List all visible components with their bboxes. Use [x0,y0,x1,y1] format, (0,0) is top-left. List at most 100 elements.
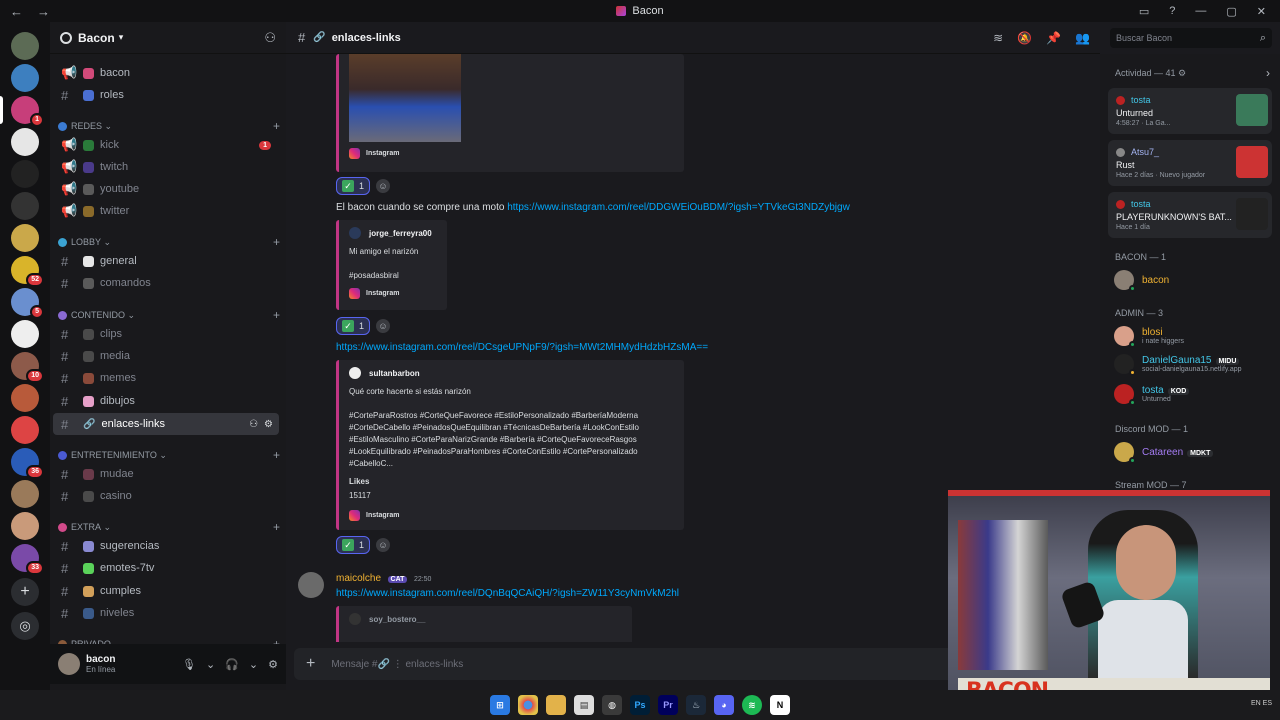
category-extra[interactable]: EXTRA ⌄ + [58,519,280,535]
chevron-down-icon[interactable]: ⌄ [249,658,258,671]
file-explorer-icon[interactable] [546,695,566,715]
channel-media[interactable]: # media [53,345,279,367]
embed-thumbnail[interactable] [349,54,461,142]
create-channel-icon[interactable]: + [273,520,280,534]
minimize-button[interactable]: — [1195,5,1206,17]
discord-icon[interactable]: ◕ [714,695,734,715]
activity-card[interactable]: tosta Unturned 4:58:27 · La Ga... [1108,88,1272,134]
message-link[interactable]: https://www.instagram.com/reel/DDGWEiOuB… [507,202,850,213]
embed-author[interactable]: sultanbarbon [369,369,420,378]
premiere-icon[interactable]: Pr [658,695,678,715]
invite-icon[interactable]: ⚇ [249,419,258,430]
chevron-down-icon[interactable]: ⌄ [206,658,215,671]
category-lobby[interactable]: LOBBY ⌄ + [58,234,280,250]
message-link[interactable]: https://www.instagram.com/reel/DQnBqQCAi… [336,588,679,599]
gear-icon[interactable]: ⚙ [268,658,278,671]
add-server-icon[interactable]: + [11,578,39,606]
member-item[interactable]: DanielGauna15 MIDU social-danielgauna15.ne… [1114,354,1242,376]
embed-author[interactable]: soy_bostero__ [369,615,425,624]
instagram-embed[interactable]: jorge_ferreyra00 Mi amigo el narizón #po… [336,220,447,310]
server-header[interactable]: Bacon ▾ ⚇ [50,22,286,54]
member-item[interactable]: blosi i nate higgers [1114,326,1184,348]
server-icon[interactable]: 5 [11,288,44,319]
reaction-checkmark[interactable]: ✓ 1 [336,317,371,335]
server-icon[interactable]: 33 [11,544,44,575]
server-icon[interactable] [11,224,39,252]
server-icon[interactable] [11,416,39,444]
photoshop-icon[interactable]: Ps [630,695,650,715]
server-icon[interactable]: 10 [11,352,44,383]
channel-casino[interactable]: # casino [53,485,279,507]
server-icon-bacon[interactable]: 1 [11,96,44,127]
notepad-icon[interactable]: ▤ [574,695,594,715]
activity-card[interactable]: tosta PLAYERUNKNOWN'S BAT... Hace 1 día [1108,192,1272,238]
notion-icon[interactable]: N [770,695,790,715]
discord-canary-icon[interactable]: ◍ [602,695,622,715]
server-icon[interactable] [11,384,39,412]
server-icon[interactable] [11,32,39,60]
windows-start-icon[interactable]: ⊞ [490,695,510,715]
avatar[interactable] [58,653,80,675]
category-redes[interactable]: REDES ⌄ + [58,118,280,134]
gear-icon[interactable]: ⚙ [264,419,273,430]
server-icon[interactable] [11,64,39,92]
chrome-icon[interactable] [518,695,538,715]
notification-bell-icon[interactable]: 🔕 [1017,31,1032,45]
channel-twitter[interactable]: 📢 twitter [53,200,279,222]
close-button[interactable]: ✕ [1257,5,1266,18]
channel-clips[interactable]: # clips [53,323,279,345]
spotify-icon[interactable]: ≋ [742,695,762,715]
instagram-embed[interactable]: Instagram [336,54,684,172]
channel-roles[interactable]: # roles [53,84,279,106]
reaction-checkmark[interactable]: ✓ 1 [336,536,371,554]
channel-emotes-7tv[interactable]: # emotes-7tv [53,557,279,579]
headphones-icon[interactable]: 🎧 [225,658,239,671]
server-icon[interactable] [11,128,39,156]
channel-niveles[interactable]: # niveles [53,602,279,624]
channel-general[interactable]: # general [53,250,279,272]
member-list-icon[interactable]: 👥 [1075,31,1090,45]
member-item[interactable]: bacon [1114,270,1169,292]
server-icon[interactable] [11,480,39,508]
server-icon[interactable]: 52 [11,256,44,287]
invite-people-icon[interactable]: ⚇ [264,30,276,46]
channel-memes[interactable]: # memes [53,367,279,389]
channel-twitch[interactable]: 📢 twitch [53,156,279,178]
plus-icon[interactable]: + [306,655,315,673]
channel-cumples[interactable]: # cumples [53,580,279,602]
create-channel-icon[interactable]: + [273,119,280,133]
create-channel-icon[interactable]: + [273,308,280,322]
server-icon[interactable]: 36 [11,448,44,479]
channel-kick[interactable]: 📢 kick 1 [53,134,279,156]
channel-enlaces-links[interactable]: # 🔗 enlaces-links ⚇ ⚙ [53,413,279,435]
instagram-embed[interactable]: sultanbarbon Qué corte hacerte si estás … [336,360,684,530]
channel-comandos[interactable]: # comandos [53,272,279,294]
server-icon[interactable] [11,512,39,540]
chevron-right-icon[interactable]: › [1266,66,1270,80]
discover-icon[interactable]: ◎ [11,612,39,640]
message-author[interactable]: maicolche [336,573,381,584]
message-link[interactable]: https://www.instagram.com/reel/DCsgeUPNp… [336,342,708,353]
create-channel-icon[interactable]: + [273,448,280,462]
server-icon[interactable] [11,320,39,348]
member-item[interactable]: tosta KOD Unturned [1114,384,1190,406]
member-item[interactable]: Catareen MDKT [1114,442,1214,464]
server-icon[interactable] [11,160,39,188]
inbox-icon[interactable]: ▭ [1139,5,1149,18]
search-input[interactable]: Buscar Bacon ⌕ [1110,28,1272,48]
maximize-button[interactable]: ▢ [1226,5,1236,18]
channel-dibujos[interactable]: # dibujos [53,390,279,412]
steam-icon[interactable]: ♨ [686,695,706,715]
help-icon[interactable]: ? [1169,5,1175,17]
instagram-embed[interactable]: soy_bostero__ [336,606,632,642]
server-icon[interactable] [11,192,39,220]
channel-mudae[interactable]: # mudae [53,463,279,485]
activity-card[interactable]: Atsu7_ Rust Hace 2 días · Nuevo jugador [1108,140,1272,186]
channel-bacon[interactable]: 📢 bacon [53,62,279,84]
category-entretenimiento[interactable]: ENTRETENIMIENTO ⌄ + [58,447,280,463]
reaction-checkmark[interactable]: ✓ 1 [336,177,371,195]
add-reaction-icon[interactable]: ☺ [376,319,391,333]
gear-icon[interactable]: ⚙ [1178,68,1186,78]
pin-icon[interactable]: 📌 [1046,31,1061,45]
channel-youtube[interactable]: 📢 youtube [53,178,279,200]
